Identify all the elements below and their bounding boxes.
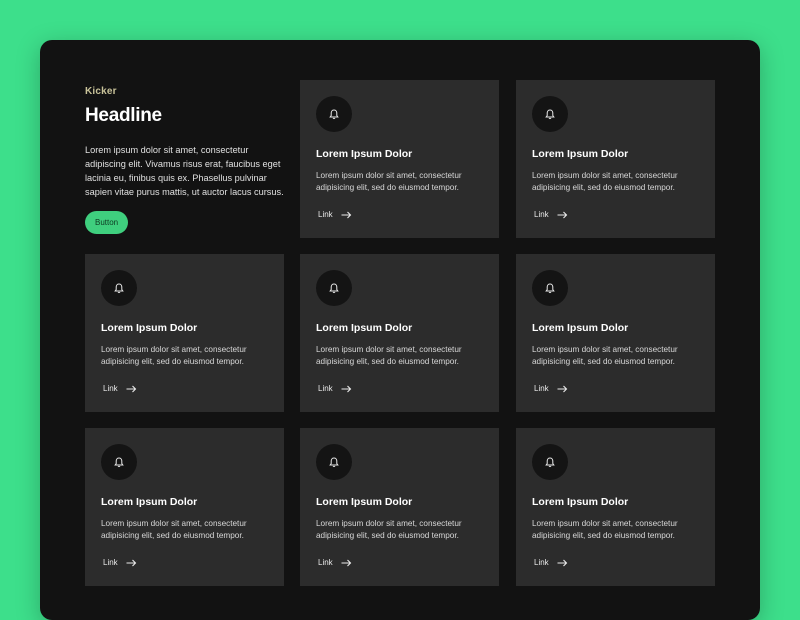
arrow-right-icon <box>126 385 136 392</box>
icon-badge <box>101 270 137 306</box>
card-title: Lorem Ipsum Dolor <box>101 322 198 334</box>
card-link-label: Link <box>103 558 118 567</box>
icon-badge <box>316 96 352 132</box>
bell-icon <box>545 282 555 293</box>
card-title: Lorem Ipsum Dolor <box>532 322 629 334</box>
bell-icon <box>545 108 555 119</box>
card-title: Lorem Ipsum Dolor <box>532 496 629 508</box>
arrow-right-icon <box>341 559 351 566</box>
feature-card: Lorem Ipsum Dolor Lorem ipsum dolor sit … <box>516 428 715 586</box>
card-link[interactable]: Link <box>103 384 137 393</box>
arrow-right-icon <box>557 385 567 392</box>
card-link[interactable]: Link <box>318 210 352 219</box>
icon-badge <box>101 444 137 480</box>
primary-button[interactable]: Button <box>85 211 129 234</box>
card-body: Lorem ipsum dolor sit amet, consectetur … <box>101 519 247 540</box>
card-link-label: Link <box>318 210 333 219</box>
card-link[interactable]: Link <box>534 558 568 567</box>
bell-icon <box>329 456 339 467</box>
card-link[interactable]: Link <box>103 558 137 567</box>
card-link-label: Link <box>534 384 549 393</box>
bell-icon <box>114 456 124 467</box>
card-link[interactable]: Link <box>318 558 352 567</box>
card-link-label: Link <box>534 210 549 219</box>
arrow-right-icon <box>557 211 567 218</box>
feature-card: Lorem Ipsum Dolor Lorem ipsum dolor sit … <box>85 254 284 412</box>
bell-icon <box>329 282 339 293</box>
bell-icon <box>329 108 339 119</box>
page-headline: Headline <box>85 105 162 126</box>
card-link[interactable]: Link <box>534 210 568 219</box>
card-body: Lorem ipsum dolor sit amet, consectetur … <box>101 345 247 366</box>
card-link[interactable]: Link <box>318 384 352 393</box>
feature-card: Lorem Ipsum Dolor Lorem ipsum dolor sit … <box>300 254 499 412</box>
card-link-label: Link <box>103 384 118 393</box>
intro-body-text: Lorem ipsum dolor sit amet, consectetur … <box>85 145 284 197</box>
card-link-label: Link <box>318 384 333 393</box>
card-body: Lorem ipsum dolor sit amet, consectetur … <box>316 519 462 540</box>
icon-badge <box>532 270 568 306</box>
icon-badge <box>316 270 352 306</box>
arrow-right-icon <box>341 385 351 392</box>
icon-badge <box>316 444 352 480</box>
card-body: Lorem ipsum dolor sit amet, consectetur … <box>316 171 462 192</box>
card-title: Lorem Ipsum Dolor <box>316 322 413 334</box>
intro-section: Kicker Headline Lorem ipsum dolor sit am… <box>85 80 290 234</box>
arrow-right-icon <box>557 559 567 566</box>
feature-card: Lorem Ipsum Dolor Lorem ipsum dolor sit … <box>516 80 715 238</box>
feature-card: Lorem Ipsum Dolor Lorem ipsum dolor sit … <box>300 428 499 586</box>
card-body: Lorem ipsum dolor sit amet, consectetur … <box>532 171 678 192</box>
bell-icon <box>114 282 124 293</box>
card-title: Lorem Ipsum Dolor <box>532 148 629 160</box>
icon-badge <box>532 96 568 132</box>
card-link-label: Link <box>318 558 333 567</box>
arrow-right-icon <box>126 559 136 566</box>
card-title: Lorem Ipsum Dolor <box>316 496 413 508</box>
feature-card: Lorem Ipsum Dolor Lorem ipsum dolor sit … <box>85 428 284 586</box>
feature-card: Lorem Ipsum Dolor Lorem ipsum dolor sit … <box>300 80 499 238</box>
card-body: Lorem ipsum dolor sit amet, consectetur … <box>532 345 678 366</box>
card-link-label: Link <box>534 558 549 567</box>
kicker-text: Kicker <box>85 86 117 97</box>
card-title: Lorem Ipsum Dolor <box>316 148 413 160</box>
arrow-right-icon <box>341 211 351 218</box>
icon-badge <box>532 444 568 480</box>
card-title: Lorem Ipsum Dolor <box>101 496 198 508</box>
card-body: Lorem ipsum dolor sit amet, consectetur … <box>316 345 462 366</box>
card-body: Lorem ipsum dolor sit amet, consectetur … <box>532 519 678 540</box>
card-link[interactable]: Link <box>534 384 568 393</box>
bell-icon <box>545 456 555 467</box>
feature-card: Lorem Ipsum Dolor Lorem ipsum dolor sit … <box>516 254 715 412</box>
